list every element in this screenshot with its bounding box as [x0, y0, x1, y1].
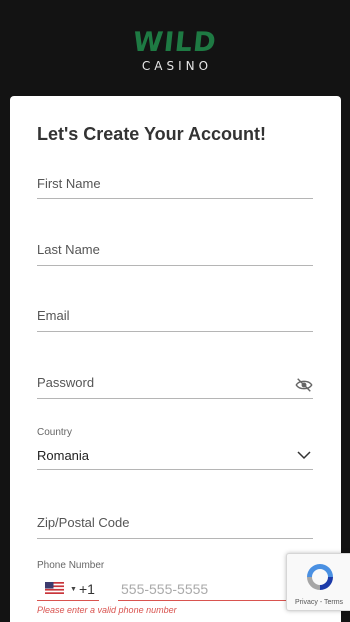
phone-input[interactable]: 555-555-5555 [118, 577, 313, 601]
dial-code: +1 [79, 581, 95, 597]
chevron-down-icon [297, 451, 311, 460]
last-name-field[interactable]: Last Name [37, 241, 313, 267]
logo-wild-text: WILD [131, 27, 219, 58]
phone-country-select[interactable]: ▼ +1 [37, 577, 99, 601]
phone-label: Phone Number [37, 560, 105, 571]
logo-casino-text: CASINO [141, 59, 213, 73]
page-title: Let's Create Your Account! [37, 124, 266, 144]
us-flag-icon [45, 582, 64, 594]
zip-field[interactable]: Zip/Postal Code [37, 514, 313, 540]
signup-page: WILD CASINO Let's Create Your Account! F… [0, 0, 350, 622]
country-underline [37, 469, 313, 470]
phone-field: Phone Number ▼ +1 555-555-5555 Please en… [37, 560, 313, 622]
email-placeholder: Email [37, 308, 70, 323]
password-underline [37, 398, 313, 399]
last-name-placeholder: Last Name [37, 242, 100, 257]
first-name-underline [37, 198, 313, 199]
zip-underline [37, 538, 313, 539]
phone-error-message: Please enter a valid phone number [37, 605, 177, 615]
first-name-field[interactable]: First Name [37, 174, 313, 200]
email-field[interactable]: Email [37, 307, 313, 333]
wild-casino-logo[interactable]: WILD CASINO [0, 27, 350, 73]
recaptcha-privacy-terms[interactable]: Privacy - Terms [287, 598, 350, 607]
recaptcha-icon [307, 564, 333, 590]
zip-placeholder: Zip/Postal Code [37, 515, 130, 530]
country-value: Romania [37, 448, 90, 463]
recaptcha-badge[interactable]: Privacy - Terms [286, 553, 350, 611]
country-label: Country [37, 427, 73, 438]
password-field[interactable]: Password [37, 373, 313, 399]
caret-down-icon: ▼ [70, 586, 77, 593]
email-underline [37, 331, 313, 332]
country-select[interactable]: Country Romania [37, 426, 313, 470]
password-placeholder: Password [37, 375, 95, 390]
eye-off-icon[interactable] [295, 378, 313, 392]
last-name-underline [37, 265, 313, 266]
signup-card: Let's Create Your Account! First Name La… [10, 96, 341, 622]
first-name-placeholder: First Name [37, 176, 101, 191]
